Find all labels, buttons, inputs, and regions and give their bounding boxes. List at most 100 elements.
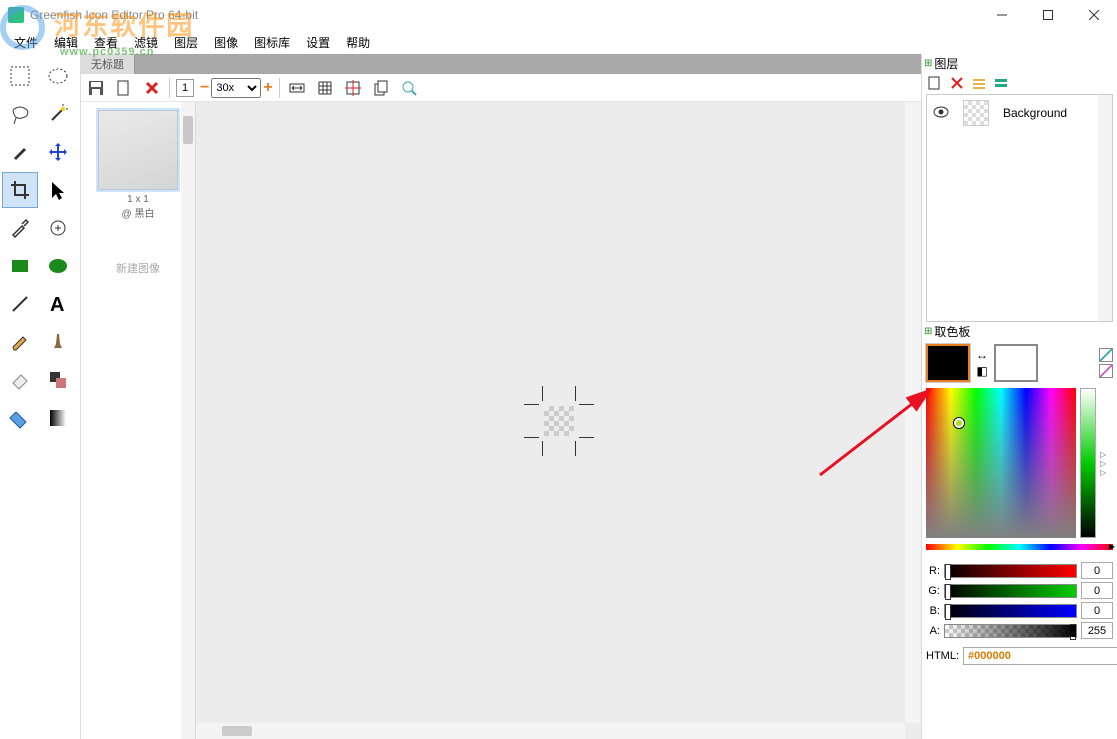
magnifier-icon[interactable]: [398, 77, 420, 99]
save-icon[interactable]: [85, 77, 107, 99]
color-panel: ↔ ◧ ▷▷▷ ▶ R:: [922, 340, 1117, 739]
tool-gradient[interactable]: [40, 400, 76, 436]
pages-scrollbar[interactable]: [181, 102, 195, 739]
color-spectrum[interactable]: [926, 388, 1076, 538]
mini-swatch-b[interactable]: [1099, 364, 1113, 378]
layer-row[interactable]: Background: [927, 95, 1112, 131]
zoom-in-button[interactable]: +: [263, 79, 272, 97]
g-slider[interactable]: [944, 584, 1077, 598]
layer-delete-icon[interactable]: [948, 74, 966, 92]
menu-file[interactable]: 文件: [6, 31, 46, 54]
zoom-out-button[interactable]: −: [200, 79, 209, 97]
menu-settings[interactable]: 设置: [298, 31, 338, 54]
layer-merge-icon[interactable]: [992, 74, 1010, 92]
maximize-button[interactable]: [1025, 0, 1071, 30]
tool-text[interactable]: A: [40, 286, 76, 322]
mini-swatch-a[interactable]: [1099, 348, 1113, 362]
frame-number[interactable]: 1: [176, 79, 194, 97]
g-label: G:: [926, 585, 940, 597]
tool-pencil[interactable]: [2, 324, 38, 360]
b-input[interactable]: [1081, 602, 1113, 619]
foreground-swatch[interactable]: [926, 344, 970, 382]
tool-crop[interactable]: [2, 172, 38, 208]
toolbox: A: [0, 54, 80, 739]
document-tabs: 无标题: [81, 54, 921, 74]
tool-ellipse-select[interactable]: [40, 58, 76, 94]
b-label: B:: [926, 605, 940, 617]
title-bar: Greenfish Icon Editor Pro 64-bit: [0, 0, 1117, 30]
menu-layer[interactable]: 图层: [166, 31, 206, 54]
a-input[interactable]: [1081, 622, 1113, 639]
layers-scrollbar[interactable]: [1098, 95, 1112, 321]
document-toolbar: 1 − 30x +: [81, 74, 921, 102]
menu-filter[interactable]: 滤镜: [126, 31, 166, 54]
layer-thumbnail: [963, 100, 989, 126]
tool-pointer[interactable]: [40, 172, 76, 208]
layers-panel-header[interactable]: 图层: [922, 54, 1117, 72]
delete-icon[interactable]: [141, 77, 163, 99]
tool-ellipse[interactable]: [40, 248, 76, 284]
tool-retouch[interactable]: [40, 210, 76, 246]
minimize-button[interactable]: [979, 0, 1025, 30]
background-swatch[interactable]: [994, 344, 1038, 382]
window-title: Greenfish Icon Editor Pro 64-bit: [30, 8, 979, 22]
layers-list: Background: [926, 94, 1113, 322]
menu-help[interactable]: 帮助: [338, 31, 378, 54]
new-image-button[interactable]: 新建图像: [116, 260, 160, 276]
r-slider[interactable]: [944, 564, 1077, 578]
spectrum-arrows: ▷▷▷: [1100, 388, 1106, 538]
center-grid-icon[interactable]: [342, 77, 364, 99]
page-size-label: 1 x 1 @ 黑白: [122, 194, 155, 220]
tab-untitled[interactable]: 无标题: [81, 54, 135, 74]
value-bar[interactable]: [1080, 388, 1096, 538]
tool-move[interactable]: [40, 134, 76, 170]
new-page-icon[interactable]: [113, 77, 135, 99]
eye-icon[interactable]: [933, 106, 949, 121]
html-input[interactable]: [963, 647, 1117, 665]
zoom-select[interactable]: 30x: [211, 78, 261, 98]
tool-bucket[interactable]: [2, 400, 38, 436]
canvas[interactable]: [196, 102, 921, 739]
canvas-content: [544, 406, 574, 436]
layer-props-icon[interactable]: [970, 74, 988, 92]
pages-panel: 1 x 1 @ 黑白 新建图像: [81, 102, 196, 739]
tool-recolor[interactable]: [40, 362, 76, 398]
tool-magic-wand[interactable]: [40, 96, 76, 132]
hue-slider[interactable]: ▶: [926, 544, 1113, 550]
fit-width-icon[interactable]: [286, 77, 308, 99]
pages-icon[interactable]: [370, 77, 392, 99]
layer-new-icon[interactable]: [926, 74, 944, 92]
close-button[interactable]: [1071, 0, 1117, 30]
b-slider[interactable]: [944, 604, 1077, 618]
menu-image[interactable]: 图像: [206, 31, 246, 54]
menu-bar: 文件 编辑 查看 滤镜 图层 图像 图标库 设置 帮助: [0, 30, 1117, 54]
tool-pen[interactable]: [2, 134, 38, 170]
tool-brush[interactable]: [40, 324, 76, 360]
swap-colors-icon[interactable]: ↔: [976, 348, 988, 362]
colors-panel-header[interactable]: 取色板: [922, 322, 1117, 340]
tool-eraser[interactable]: [2, 362, 38, 398]
menu-iconlib[interactable]: 图标库: [246, 31, 298, 54]
page-thumbnail[interactable]: [98, 110, 178, 190]
tool-rectangle[interactable]: [2, 248, 38, 284]
layers-toolbar: [922, 72, 1117, 94]
tool-line[interactable]: [2, 286, 38, 322]
canvas-hscroll[interactable]: [196, 723, 905, 739]
grid-icon[interactable]: [314, 77, 336, 99]
svg-text:A: A: [50, 294, 64, 316]
a-slider[interactable]: [944, 624, 1077, 638]
r-label: R:: [926, 565, 940, 577]
tool-eyedropper[interactable]: [2, 210, 38, 246]
a-label: A:: [926, 625, 940, 637]
app-icon: [8, 7, 24, 23]
menu-view[interactable]: 查看: [86, 31, 126, 54]
canvas-vscroll[interactable]: [905, 102, 921, 723]
g-input[interactable]: [1081, 582, 1113, 599]
tool-lasso[interactable]: [2, 96, 38, 132]
menu-edit[interactable]: 编辑: [46, 31, 86, 54]
default-colors-icon[interactable]: ◧: [976, 364, 987, 378]
html-label: HTML:: [926, 650, 959, 662]
r-input[interactable]: [1081, 562, 1113, 579]
layer-name: Background: [1003, 106, 1067, 120]
tool-rect-select[interactable]: [2, 58, 38, 94]
